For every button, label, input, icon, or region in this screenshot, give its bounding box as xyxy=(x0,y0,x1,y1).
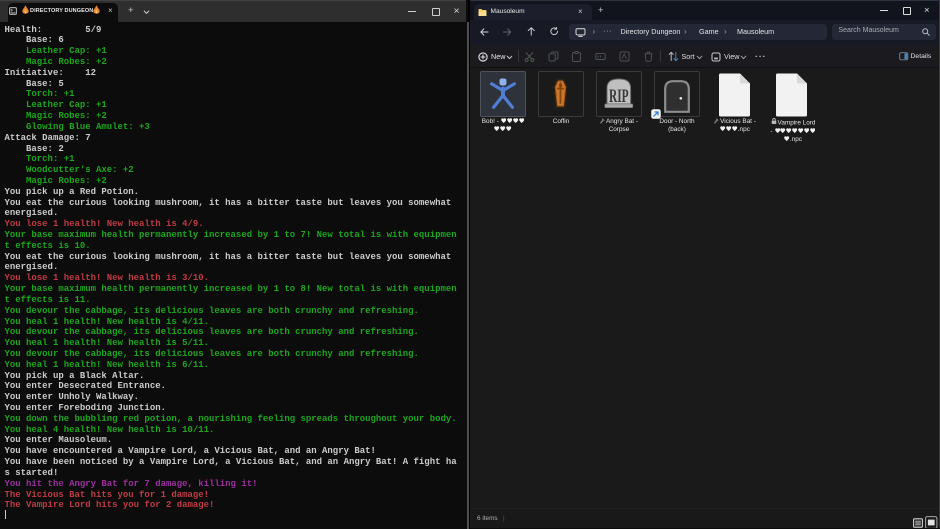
svg-text:RIP: RIP xyxy=(609,86,629,107)
